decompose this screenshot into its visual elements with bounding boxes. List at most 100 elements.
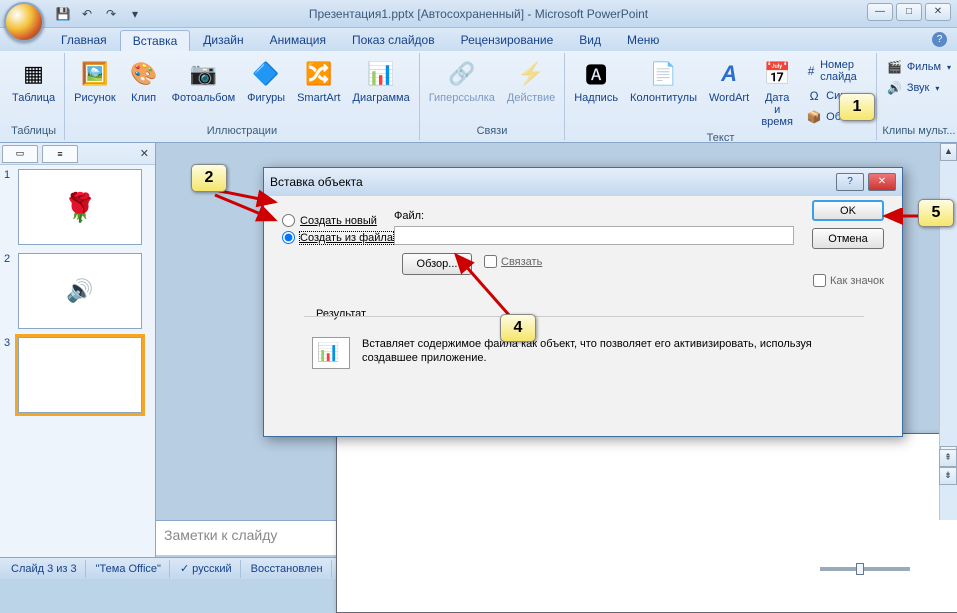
- slide-canvas[interactable]: [336, 433, 957, 613]
- ribbon-tabs: Главная Вставка Дизайн Анимация Показ сл…: [0, 28, 957, 51]
- tab-animation[interactable]: Анимация: [257, 29, 339, 51]
- label-create-new[interactable]: Создать новый: [300, 215, 377, 227]
- group-media: 🎬Фильм▾ 🔊Звук▾ Клипы мульт...: [877, 53, 957, 140]
- slide-thumb-3[interactable]: [18, 337, 142, 413]
- ok-button[interactable]: OK: [812, 200, 884, 221]
- sound-icon: 🔊: [887, 80, 903, 96]
- dialog-close-button[interactable]: ✕: [868, 173, 896, 191]
- scroll-up-icon[interactable]: ▲: [940, 143, 957, 161]
- slide-pane: ▭ ≡ ✕ 1🌹 2🔊 3: [0, 143, 156, 557]
- hyperlink-icon: 🔗: [446, 58, 478, 90]
- callout-4: 4: [500, 314, 536, 342]
- status-slide-info: Слайд 3 из 3: [3, 560, 86, 578]
- browse-button[interactable]: Обзор...: [402, 253, 472, 275]
- callout-2: 2: [191, 164, 227, 192]
- status-lang[interactable]: ✓русский: [172, 560, 241, 578]
- movie-button[interactable]: 🎬Фильм▾: [883, 57, 955, 77]
- close-button[interactable]: ✕: [925, 3, 951, 21]
- action-button[interactable]: ⚡Действие: [502, 55, 560, 107]
- photoalbum-button[interactable]: 📷Фотоальбом: [167, 55, 241, 107]
- window-title: Презентация1.pptx [Автосохраненный] - Mi…: [309, 7, 648, 21]
- asicon-label[interactable]: Как значок: [830, 275, 884, 287]
- thumb-num-2: 2: [4, 253, 14, 329]
- link-checkbox[interactable]: [484, 255, 497, 268]
- slides-tab[interactable]: ▭: [2, 145, 38, 163]
- outline-tab[interactable]: ≡: [42, 145, 78, 163]
- asicon-checkbox[interactable]: [813, 274, 826, 287]
- cancel-button[interactable]: Отмена: [812, 228, 884, 249]
- picture-button[interactable]: 🖼️Рисунок: [69, 55, 121, 107]
- undo-icon[interactable]: ↶: [76, 3, 98, 25]
- slide-thumb-2[interactable]: 🔊: [18, 253, 142, 329]
- tab-design[interactable]: Дизайн: [190, 29, 256, 51]
- zoom-thumb[interactable]: [856, 563, 864, 575]
- tab-home[interactable]: Главная: [48, 29, 120, 51]
- datetime-button[interactable]: 📅Дата и время: [756, 55, 798, 131]
- file-path-input[interactable]: [394, 226, 794, 245]
- next-slide-icon[interactable]: ⇟: [939, 467, 957, 485]
- radio-create-new[interactable]: [282, 214, 295, 227]
- slidenumber-button[interactable]: #Номер слайда: [802, 57, 870, 85]
- maximize-button[interactable]: □: [896, 3, 922, 21]
- save-icon[interactable]: 💾: [52, 3, 74, 25]
- status-recovered: Восстановлен: [243, 560, 332, 578]
- group-tables: ▦ Таблица Таблицы: [3, 53, 65, 140]
- help-icon[interactable]: ?: [932, 32, 947, 47]
- headerfooter-button[interactable]: 📄Колонтитулы: [625, 55, 702, 107]
- prev-slide-icon[interactable]: ⇞: [939, 449, 957, 467]
- title-bar: 💾 ↶ ↷ ▾ Презентация1.pptx [Автосохраненн…: [0, 0, 957, 28]
- smartart-icon: 🔀: [303, 58, 335, 90]
- tab-insert[interactable]: Вставка: [120, 30, 191, 51]
- wordart-button[interactable]: AWordArt: [704, 55, 754, 107]
- office-button[interactable]: [4, 2, 44, 42]
- shapes-icon: 🔷: [250, 58, 282, 90]
- group-text: 🅰Надпись 📄Колонтитулы AWordArt 📅Дата и в…: [565, 53, 877, 140]
- qat-customize-icon[interactable]: ▾: [124, 3, 146, 25]
- create-options: Создать новый Создать из файла: [282, 214, 393, 248]
- zoom-slider[interactable]: [820, 567, 910, 571]
- minimize-button[interactable]: —: [867, 3, 893, 21]
- clip-button[interactable]: 🎨Клип: [123, 55, 165, 107]
- pane-tabs: ▭ ≡ ✕: [0, 143, 155, 165]
- chart-button[interactable]: 📊Диаграмма: [348, 55, 415, 107]
- hyperlink-button[interactable]: 🔗Гиперссылка: [424, 55, 500, 107]
- movie-icon: 🎬: [887, 59, 903, 75]
- dialog-title: Вставка объекта: [270, 175, 363, 189]
- sound-button[interactable]: 🔊Звук▾: [883, 78, 955, 98]
- textbox-icon: 🅰: [580, 58, 612, 90]
- file-label: Файл:: [394, 210, 424, 222]
- thumb-num-3: 3: [4, 337, 14, 413]
- datetime-icon: 📅: [761, 58, 793, 90]
- shapes-button[interactable]: 🔷Фигуры: [242, 55, 290, 107]
- quick-access-toolbar: 💾 ↶ ↷ ▾: [52, 3, 146, 25]
- group-label-tables: Таблицы: [7, 124, 60, 138]
- tab-menu[interactable]: Меню: [614, 29, 672, 51]
- callout-1: 1: [839, 93, 875, 121]
- tab-view[interactable]: Вид: [566, 29, 614, 51]
- group-links: 🔗Гиперссылка ⚡Действие Связи: [420, 53, 566, 140]
- tab-review[interactable]: Рецензирование: [448, 29, 567, 51]
- ribbon: ▦ Таблица Таблицы 🖼️Рисунок 🎨Клип 📷Фотоа…: [0, 51, 957, 143]
- link-label[interactable]: Связать: [501, 256, 542, 268]
- photoalbum-icon: 📷: [187, 58, 219, 90]
- thumbnails: 1🌹 2🔊 3: [0, 165, 155, 557]
- picture-icon: 🖼️: [79, 58, 111, 90]
- group-illustrations: 🖼️Рисунок 🎨Клип 📷Фотоальбом 🔷Фигуры 🔀Sma…: [65, 53, 420, 140]
- textbox-button[interactable]: 🅰Надпись: [569, 55, 623, 107]
- action-icon: ⚡: [515, 58, 547, 90]
- dialog-title-bar[interactable]: Вставка объекта ? ✕: [264, 168, 902, 196]
- smartart-button[interactable]: 🔀SmartArt: [292, 55, 345, 107]
- callout-5: 5: [918, 199, 954, 227]
- pane-close-icon[interactable]: ✕: [140, 147, 149, 160]
- slide-thumb-1[interactable]: 🌹: [18, 169, 142, 245]
- radio-from-file[interactable]: [282, 231, 295, 244]
- table-icon: ▦: [18, 58, 50, 90]
- table-button[interactable]: ▦ Таблица: [7, 55, 60, 107]
- result-box: Вставляет содержимое файла как объект, ч…: [304, 316, 864, 396]
- dialog-help-button[interactable]: ?: [836, 173, 864, 191]
- wordart-icon: A: [713, 58, 745, 90]
- label-from-file[interactable]: Создать из файла: [300, 232, 393, 244]
- insert-object-dialog: Вставка объекта ? ✕ Создать новый Создат…: [263, 167, 903, 437]
- redo-icon[interactable]: ↷: [100, 3, 122, 25]
- tab-slideshow[interactable]: Показ слайдов: [339, 29, 448, 51]
